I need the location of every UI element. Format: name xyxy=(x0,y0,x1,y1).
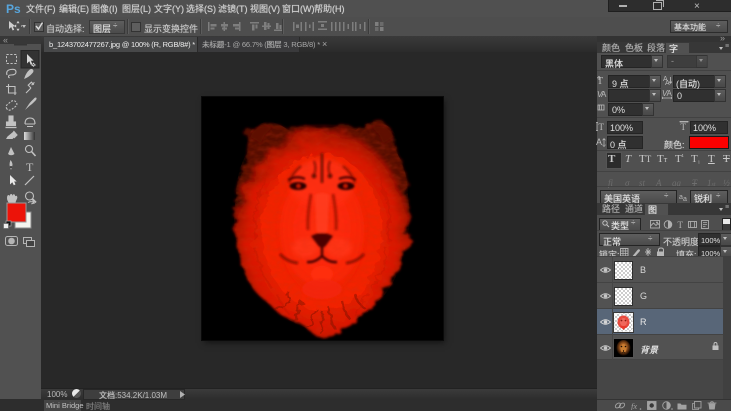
svg-text:A: A xyxy=(596,137,602,147)
svg-text:T: T xyxy=(599,122,605,132)
svg-text:a: a xyxy=(683,196,687,201)
svg-text:T: T xyxy=(681,122,687,132)
svg-text:T: T xyxy=(26,160,34,174)
svg-text:T: T xyxy=(597,76,603,85)
svg-text:A: A xyxy=(601,90,607,99)
svg-text:A: A xyxy=(665,80,670,85)
svg-text:A: A xyxy=(667,89,673,98)
svg-text:fx: fx xyxy=(631,401,637,410)
svg-text:T: T xyxy=(678,220,684,229)
